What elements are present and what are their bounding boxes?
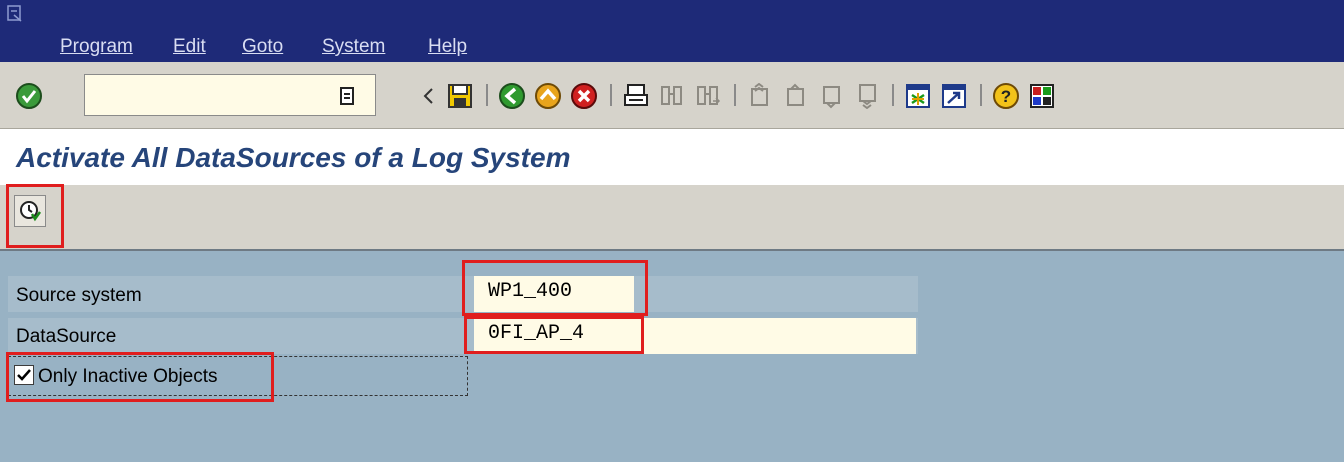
menu-goto[interactable]: Goto (242, 36, 283, 58)
next-page-button[interactable] (816, 80, 848, 112)
first-page-button[interactable] (744, 80, 776, 112)
last-page-icon (859, 84, 876, 109)
svg-text:?: ? (1001, 87, 1011, 106)
shortcut-icon (942, 84, 966, 108)
command-history-button[interactable] (334, 80, 360, 112)
save-icon (448, 84, 472, 108)
previous-page-button[interactable] (780, 80, 812, 112)
find-button[interactable] (656, 80, 688, 112)
menu-program[interactable]: Program (60, 36, 133, 58)
command-field[interactable] (84, 74, 376, 116)
command-dropdown-icon (340, 87, 354, 105)
layout-menu-button[interactable] (1026, 80, 1058, 112)
highlight-source-system (462, 260, 648, 316)
menu-help[interactable]: Help (428, 36, 467, 58)
cancel-icon (571, 83, 597, 109)
print-icon (624, 84, 648, 106)
find-next-icon (697, 86, 721, 105)
highlight-execute (6, 184, 64, 248)
application-toolbar (0, 185, 1344, 251)
print-button[interactable] (620, 80, 652, 112)
toolbar-separator (734, 84, 736, 106)
toolbar-separator (980, 84, 982, 106)
menu-program-label: Program (60, 36, 133, 57)
next-page-icon (823, 86, 840, 109)
back-button[interactable] (496, 80, 528, 112)
previous-page-icon (787, 83, 804, 106)
toolbar-separator (486, 84, 488, 106)
back-icon (499, 83, 525, 109)
last-page-button[interactable] (852, 80, 884, 112)
menu-goto-label: Goto (242, 36, 284, 57)
menu-help-label: Help (428, 36, 468, 57)
source-system-label: Source system (16, 285, 142, 306)
menu-system-label: System (322, 36, 386, 57)
find-next-button[interactable] (692, 80, 724, 112)
toolbar-collapse-button[interactable] (418, 80, 438, 112)
back-arrow-icon (423, 88, 433, 104)
menu-edit[interactable]: Edit (173, 36, 206, 58)
menu-edit-label: Edit (173, 36, 206, 57)
highlight-datasource (464, 316, 644, 354)
exit-icon (535, 83, 561, 109)
enter-icon (16, 83, 42, 109)
toolbar-separator (610, 84, 612, 106)
highlight-checkbox (6, 352, 274, 402)
first-page-icon (751, 83, 768, 106)
datasource-label: DataSource (16, 326, 117, 347)
menu-bar: Program Edit Goto System Help (0, 0, 1344, 62)
shortcut-button[interactable] (938, 80, 970, 112)
save-button[interactable] (444, 80, 476, 112)
toolbar-separator (892, 84, 894, 106)
menu-system[interactable]: System (322, 36, 385, 58)
cancel-button[interactable] (568, 80, 600, 112)
create-session-button[interactable] (902, 80, 934, 112)
find-icon (661, 86, 682, 105)
layout-menu-icon (1030, 84, 1054, 108)
create-session-icon (906, 84, 930, 108)
help-button[interactable]: ? (990, 80, 1022, 112)
system-menu-icon[interactable] (6, 4, 24, 24)
page-title: Activate All DataSources of a Log System (16, 142, 571, 173)
exit-button[interactable] (532, 80, 564, 112)
help-icon: ? (993, 83, 1019, 109)
enter-button[interactable] (12, 80, 46, 112)
